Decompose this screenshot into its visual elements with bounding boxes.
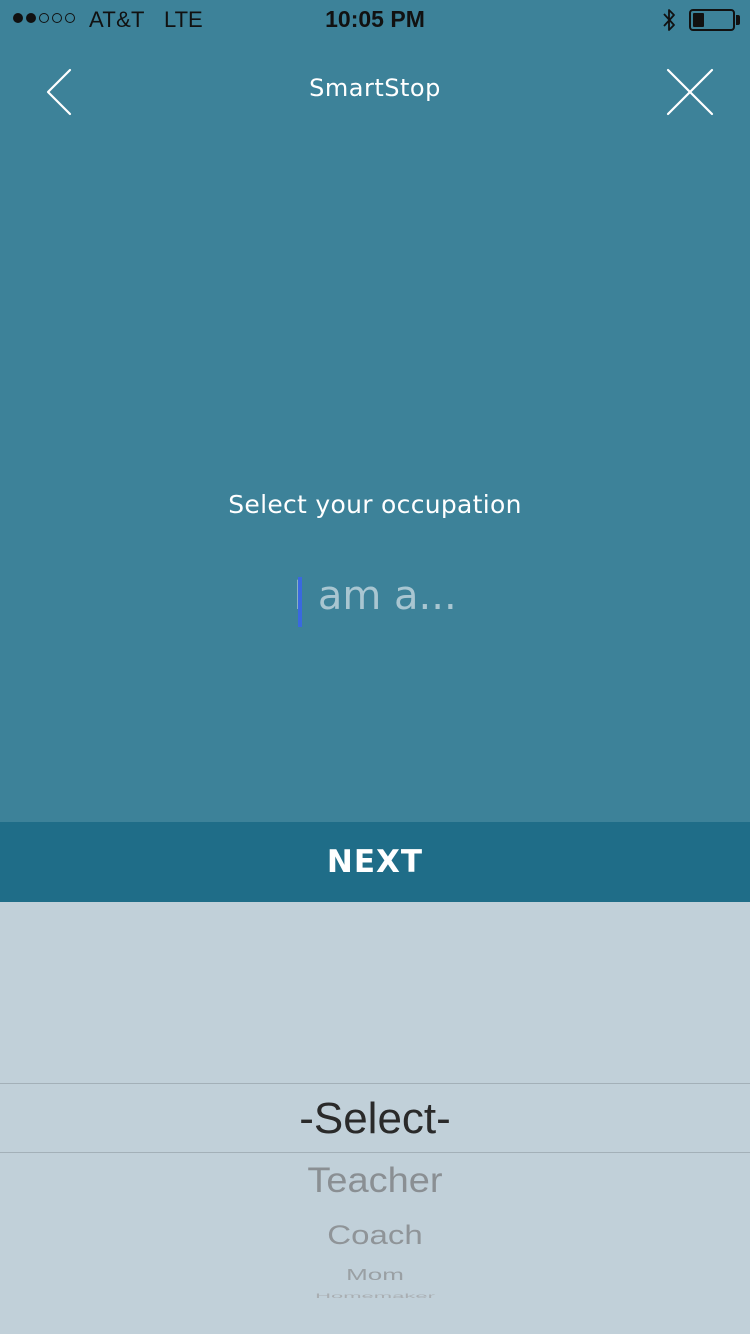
status-time: 10:05 PM — [325, 6, 425, 32]
picker-selection-bottom-line — [0, 1152, 750, 1153]
picker-selection-top-line — [0, 1083, 750, 1084]
main-panel — [0, 0, 750, 822]
picker-option[interactable]: Homemaker — [0, 1292, 750, 1300]
app-title: SmartStop — [309, 74, 441, 102]
battery-icon — [689, 9, 735, 31]
picker-option[interactable]: Teacher — [0, 1162, 750, 1202]
picker-option[interactable]: Coach — [0, 1219, 750, 1250]
next-button[interactable]: NEXT — [0, 822, 750, 902]
bluetooth-icon — [663, 9, 675, 31]
occupation-input[interactable] — [175, 560, 575, 632]
picker-option[interactable]: Mom — [0, 1265, 750, 1284]
text-caret — [298, 577, 302, 627]
status-bar: AT&T LTE 10:05 PM — [0, 0, 750, 40]
occupation-picker[interactable]: -Select- Teacher Coach Mom Homemaker — [0, 902, 750, 1334]
battery-tip — [736, 15, 740, 25]
close-icon — [666, 68, 714, 116]
battery-level — [693, 13, 704, 27]
close-button[interactable] — [660, 62, 720, 122]
picker-option-selected[interactable]: -Select- — [0, 1094, 750, 1144]
occupation-prompt: Select your occupation — [228, 490, 522, 519]
